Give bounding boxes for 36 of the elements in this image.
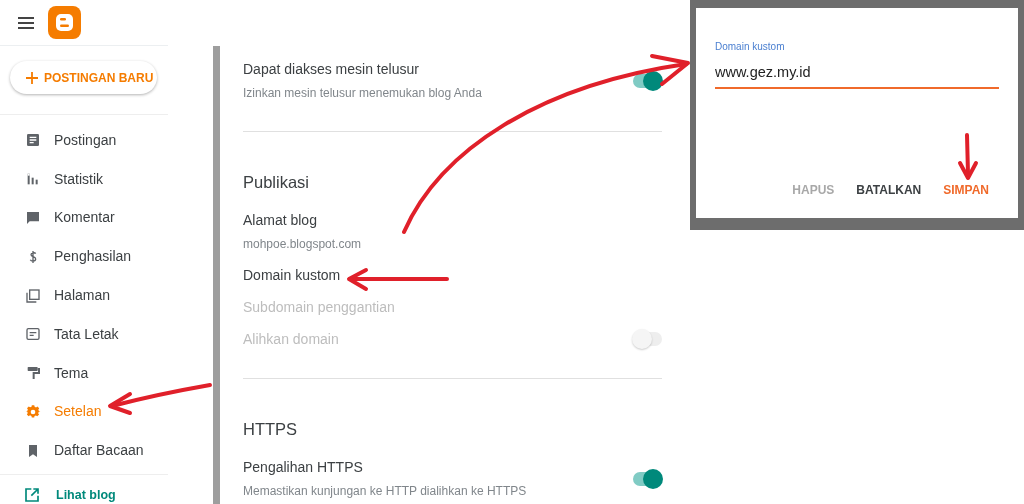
setting-label[interactable]: Pengalihan HTTPS [243, 457, 527, 477]
setting-label: Subdomain penggantian [243, 298, 395, 317]
toggle-switch[interactable] [633, 73, 662, 88]
setting-description: Izinkan mesin telusur menemukan blog Anda [243, 85, 482, 102]
setting-label[interactable]: Dapat diakses mesin telusur [243, 59, 482, 79]
nav-item[interactable]: Statistik [0, 159, 168, 199]
section-title: HTTPS [243, 419, 299, 440]
nav-item[interactable]: Tema [0, 353, 168, 393]
nav-item[interactable]: Tata Letak [0, 315, 168, 354]
setting-description: mohpoe.blogspot.com [243, 236, 362, 253]
nav-item[interactable]: Postingan [0, 121, 168, 160]
comment-icon [25, 210, 41, 226]
setting-label[interactable]: Alamat blog [243, 210, 362, 230]
paint-roller-icon [25, 365, 41, 382]
field-label: Domain kustom [715, 40, 786, 54]
nav-item[interactable]: Halaman [0, 276, 168, 315]
annotation-arrow [958, 133, 978, 180]
nav-item[interactable]: Daftar Bacaan [0, 431, 168, 471]
setting-description: Memastikan kunjungan ke HTTP dialihkan ke HTTPS [243, 483, 527, 500]
pages-icon [25, 287, 41, 304]
setting-label[interactable]: Domain kustom [243, 265, 341, 285]
dialog-button[interactable]: BATALKAN [847, 177, 931, 203]
document-icon [25, 132, 41, 149]
menu-icon[interactable] [18, 16, 34, 29]
gear-icon [25, 403, 41, 420]
plus-icon [26, 71, 38, 84]
nav-item[interactable]: Penghasilan [0, 237, 168, 277]
setting-label: Alihkan domain [243, 330, 339, 349]
section-title: Publikasi [243, 172, 311, 193]
nav-item[interactable]: Komentar [0, 198, 168, 238]
input-field[interactable]: www.gez.my.id [715, 60, 999, 89]
view-blog-link[interactable]: Lihat blog [0, 477, 168, 504]
open-external-icon [24, 487, 40, 504]
toggle-switch[interactable] [633, 471, 662, 486]
layout-icon [25, 326, 41, 343]
logo-icon[interactable] [48, 6, 81, 39]
